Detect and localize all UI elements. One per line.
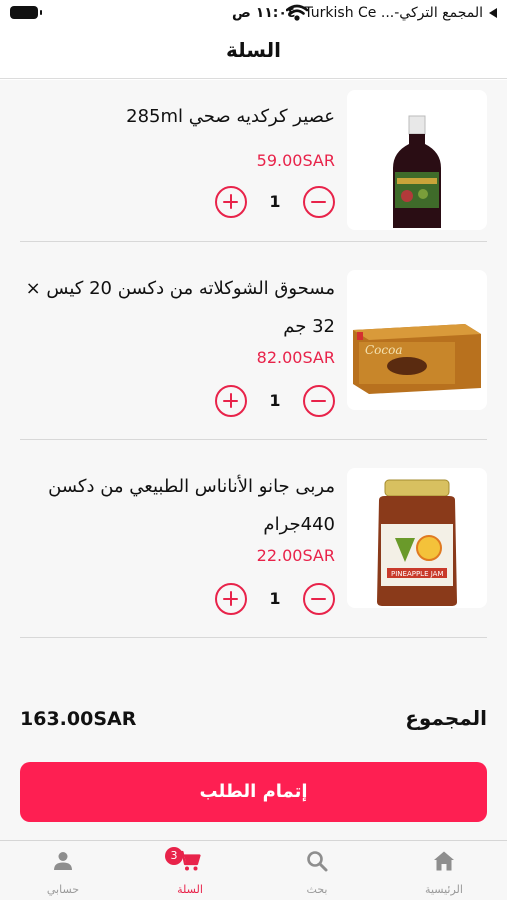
quantity-value: 1 [269, 589, 281, 608]
product-price: 82.00SAR [256, 348, 335, 367]
product-image[interactable]: PINEAPPLE JAM [347, 468, 487, 608]
decrease-quantity-button[interactable] [303, 186, 335, 218]
increase-quantity-button[interactable] [215, 186, 247, 218]
carrier-name: المجمع التركي-... Turkish Ce [304, 5, 483, 21]
product-image[interactable] [347, 90, 487, 230]
quantity-stepper: 1 [215, 385, 335, 419]
tab-label: السلة [177, 883, 203, 896]
back-to-app-icon[interactable] [489, 8, 497, 18]
decrease-quantity-button[interactable] [303, 583, 335, 615]
page-title: السلة [225, 38, 281, 62]
tab-search[interactable]: بحث [254, 841, 380, 900]
svg-text:Cocoa: Cocoa [365, 343, 403, 357]
tab-account[interactable]: حسابي [0, 841, 126, 900]
person-icon [54, 852, 72, 870]
quantity-value: 1 [269, 192, 281, 211]
tab-label: الرئيسية [425, 883, 463, 896]
home-icon [434, 851, 454, 871]
chocolate-powder-box-image: Cocoa [353, 324, 481, 394]
divider [20, 637, 487, 638]
total-value: 163.00SAR [20, 708, 137, 730]
product-price: 22.00SAR [256, 546, 335, 565]
divider [20, 241, 487, 242]
svg-text:PINEAPPLE JAM: PINEAPPLE JAM [391, 570, 444, 578]
hibiscus-juice-bottle-image [393, 115, 441, 228]
pineapple-jam-jar-image: PINEAPPLE JAM [377, 479, 457, 606]
checkout-button[interactable]: إتمام الطلب [20, 762, 487, 822]
quantity-stepper: 1 [215, 186, 335, 220]
quantity-value: 1 [269, 391, 281, 410]
navigation-bar: السلة [0, 28, 507, 79]
tab-label: حسابي [46, 883, 80, 896]
tab-label: بحث [306, 883, 328, 896]
cart-item: PINEAPPLE JAM مربى جانو الأناناس الطبيعي… [20, 468, 487, 615]
status-bar: ١١:٠٤ ص المجمع التركي-... Turkish Ce [0, 0, 507, 28]
divider [20, 439, 487, 440]
cart-item: عصير كركديه صحي 285ml 59.00SAR 1 [20, 90, 487, 232]
increase-quantity-button[interactable] [215, 583, 247, 615]
search-icon [307, 851, 328, 872]
increase-quantity-button[interactable] [215, 385, 247, 417]
cart-item: Cocoa مسحوق الشوكلاته من دكسن 20 كيس × 3… [20, 270, 487, 417]
decrease-quantity-button[interactable] [303, 385, 335, 417]
quantity-stepper: 1 [215, 583, 335, 617]
tab-home[interactable]: الرئيسية [381, 841, 507, 900]
product-name: مسحوق الشوكلاته من دكسن 20 كيس × 32 جم [25, 278, 335, 337]
total-label: المجموع [405, 706, 487, 730]
cart-content: عصير كركديه صحي 285ml 59.00SAR 1 Cocoa م… [0, 80, 507, 840]
cart-count-badge: 3 [165, 847, 183, 865]
product-image[interactable]: Cocoa [347, 270, 487, 410]
product-price: 59.00SAR [256, 151, 335, 170]
tab-bar: حسابي 3 السلة بحث الرئيسية [0, 840, 507, 900]
product-name: مربى جانو الأناناس الطبيعي من دكسن 440جر… [48, 476, 335, 535]
tab-cart[interactable]: 3 السلة [127, 841, 253, 900]
product-name: عصير كركديه صحي 285ml [126, 106, 335, 127]
battery-icon [10, 6, 42, 19]
